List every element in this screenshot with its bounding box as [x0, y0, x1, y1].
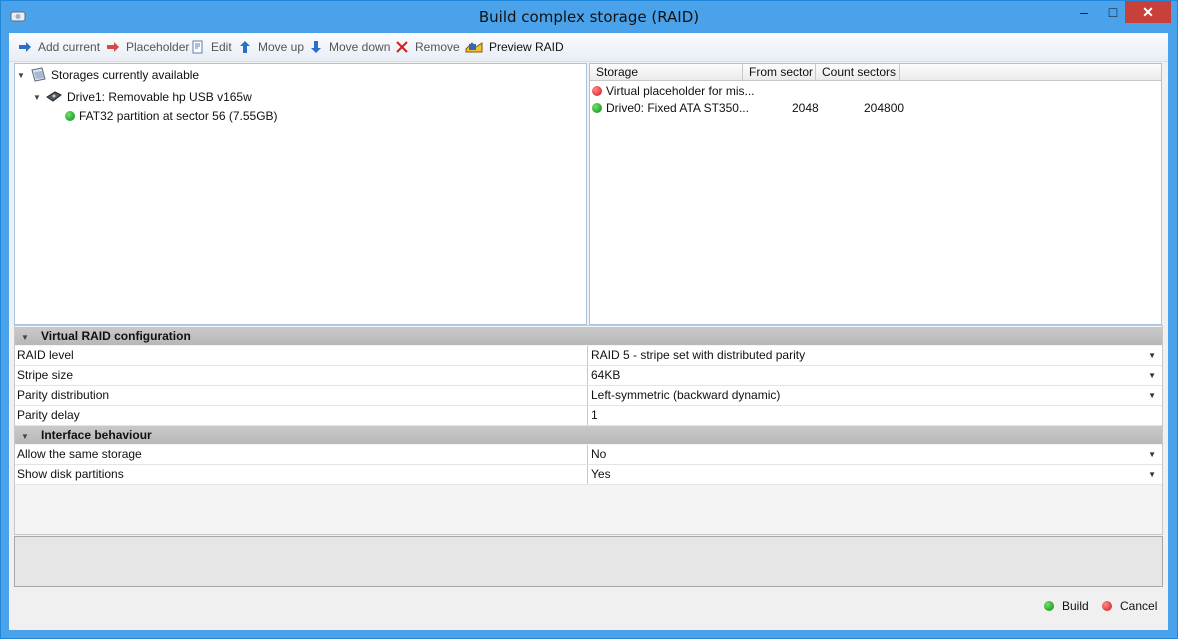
grid-divider [587, 445, 588, 464]
grid-divider [587, 386, 588, 405]
tree-root-label: Storages currently available [51, 68, 200, 82]
list-row[interactable]: Drive0: Fixed ATA ST350... 2048 204800 [592, 99, 1157, 117]
grid-divider [587, 346, 588, 365]
dialog-body: Add current Placeholder Edit Move up Mov… [9, 33, 1168, 630]
move-down-label: Move down [329, 40, 391, 54]
edit-label: Edit [211, 40, 232, 54]
column-header-storage[interactable]: Storage [590, 64, 743, 81]
chevron-down-icon[interactable]: ▼ [1148, 386, 1156, 405]
title-bar[interactable]: Build complex storage (RAID) – □ ✕ [1, 1, 1177, 33]
allow-same-storage-select[interactable]: No [591, 445, 606, 464]
prop-name: Parity distribution [17, 388, 110, 402]
storage-cell: Virtual placeholder for mis... [592, 82, 755, 100]
property-description-panel [14, 536, 1163, 587]
property-grid: ▼ Virtual RAID configuration RAID level R… [14, 325, 1163, 535]
arrow-up-icon [240, 41, 250, 53]
edit-button[interactable]: Edit [191, 39, 232, 55]
collapse-arrow-icon[interactable]: ▼ [33, 93, 45, 102]
count-sectors-cell: 204800 [864, 101, 905, 115]
storage-name: Virtual placeholder for mis... [606, 84, 755, 98]
partition-status-icon [65, 111, 75, 121]
prop-name: Show disk partitions [17, 467, 124, 481]
arrow-right-red-icon [107, 42, 119, 52]
move-up-label: Move up [258, 40, 305, 54]
tree-partition-label: FAT32 partition at sector 56 (7.55GB) [79, 109, 278, 123]
storages-icon [31, 67, 46, 82]
parity-distribution-select[interactable]: Left-symmetric (backward dynamic) [591, 386, 780, 405]
move-up-button[interactable]: Move up [238, 39, 304, 55]
stripe-size-select[interactable]: 64KB [591, 366, 620, 385]
tree-partition-node[interactable]: FAT32 partition at sector 56 (7.55GB) [65, 107, 278, 125]
column-header-count-sectors[interactable]: Count sectors [816, 64, 900, 81]
collapse-arrow-icon[interactable]: ▼ [17, 71, 29, 80]
from-sector-cell: 2048 [792, 101, 819, 115]
arrow-down-icon [311, 41, 321, 53]
prop-parity-delay[interactable]: Parity delay 1 [15, 406, 1162, 426]
placeholder-button[interactable]: Placeholder [106, 39, 189, 55]
chevron-down-icon[interactable]: ▼ [1148, 465, 1156, 484]
collapse-arrow-icon[interactable]: ▼ [21, 329, 33, 347]
edit-document-icon [192, 40, 203, 54]
remove-x-icon [396, 41, 408, 53]
prop-name: Parity delay [17, 408, 80, 422]
remove-label: Remove [415, 40, 460, 54]
prop-parity-distribution[interactable]: Parity distribution Left-symmetric (back… [15, 386, 1162, 406]
add-current-label: Add current [38, 40, 101, 54]
toolbar: Add current Placeholder Edit Move up Mov… [9, 33, 1168, 62]
available-storages-tree[interactable]: ▼ Storages currently available ▼ Drive1:… [14, 63, 587, 325]
grid-divider [587, 465, 588, 484]
raid-members-list[interactable]: Storage From sector Count sectors Virtua… [589, 63, 1162, 325]
missing-status-icon [592, 86, 602, 96]
prop-allow-same-storage[interactable]: Allow the same storage No ▼ [15, 445, 1162, 465]
remove-button[interactable]: Remove [395, 39, 460, 55]
grid-divider [587, 406, 588, 425]
add-current-button[interactable]: Add current [18, 39, 100, 55]
preview-raid-label: Preview RAID [489, 40, 564, 54]
column-header-from-sector[interactable]: From sector [743, 64, 816, 81]
parity-delay-field[interactable]: 1 [591, 406, 598, 425]
grid-divider [587, 366, 588, 385]
show-disk-partitions-select[interactable]: Yes [591, 465, 611, 484]
storage-name: Drive0: Fixed ATA ST350... [606, 101, 749, 115]
preview-raid-icon [465, 42, 483, 53]
chevron-down-icon[interactable]: ▼ [1148, 366, 1156, 385]
prop-raid-level[interactable]: RAID level RAID 5 - stripe set with dist… [15, 346, 1162, 366]
placeholder-label: Placeholder [126, 40, 190, 54]
category-label: Virtual RAID configuration [41, 329, 191, 343]
prop-name: Allow the same storage [17, 447, 142, 461]
prop-show-disk-partitions[interactable]: Show disk partitions Yes ▼ [15, 465, 1162, 485]
build-button[interactable]: Build [1044, 598, 1089, 614]
minimize-button[interactable]: – [1069, 1, 1099, 23]
cancel-label: Cancel [1120, 599, 1158, 613]
close-button[interactable]: ✕ [1125, 1, 1171, 23]
category-label: Interface behaviour [41, 428, 152, 442]
preview-raid-button[interactable]: Preview RAID [465, 39, 564, 55]
prop-name: Stripe size [17, 368, 74, 382]
ok-status-icon [592, 103, 602, 113]
prop-stripe-size[interactable]: Stripe size 64KB ▼ [15, 366, 1162, 386]
arrow-right-icon [19, 42, 31, 52]
collapse-arrow-icon[interactable]: ▼ [21, 428, 33, 446]
list-row[interactable]: Virtual placeholder for mis... [592, 82, 1157, 100]
cancel-button[interactable]: Cancel [1102, 598, 1157, 614]
raid-level-select[interactable]: RAID 5 - stripe set with distributed par… [591, 346, 805, 365]
chevron-down-icon[interactable]: ▼ [1148, 445, 1156, 464]
window-title: Build complex storage (RAID) [478, 8, 700, 26]
build-icon [1044, 601, 1054, 611]
cancel-icon [1102, 601, 1112, 611]
column-header-filler [900, 64, 1161, 81]
tree-drive-label: Drive1: Removable hp USB v165w [67, 90, 252, 104]
category-virtual-raid[interactable]: ▼ Virtual RAID configuration [15, 327, 1162, 345]
build-label: Build [1062, 599, 1089, 613]
tree-root[interactable]: ▼ Storages currently available [17, 66, 199, 84]
chevron-down-icon[interactable]: ▼ [1148, 346, 1156, 365]
raid-builder-window: Build complex storage (RAID) – □ ✕ Add c… [0, 0, 1178, 639]
category-interface-behaviour[interactable]: ▼ Interface behaviour [15, 426, 1162, 444]
prop-name: RAID level [17, 348, 74, 362]
storage-cell: Drive0: Fixed ATA ST350... [592, 99, 749, 117]
tree-drive-node[interactable]: ▼ Drive1: Removable hp USB v165w [33, 88, 252, 106]
move-down-button[interactable]: Move down [309, 39, 390, 55]
maximize-button[interactable]: □ [1098, 1, 1128, 23]
hard-drive-icon [46, 91, 62, 102]
